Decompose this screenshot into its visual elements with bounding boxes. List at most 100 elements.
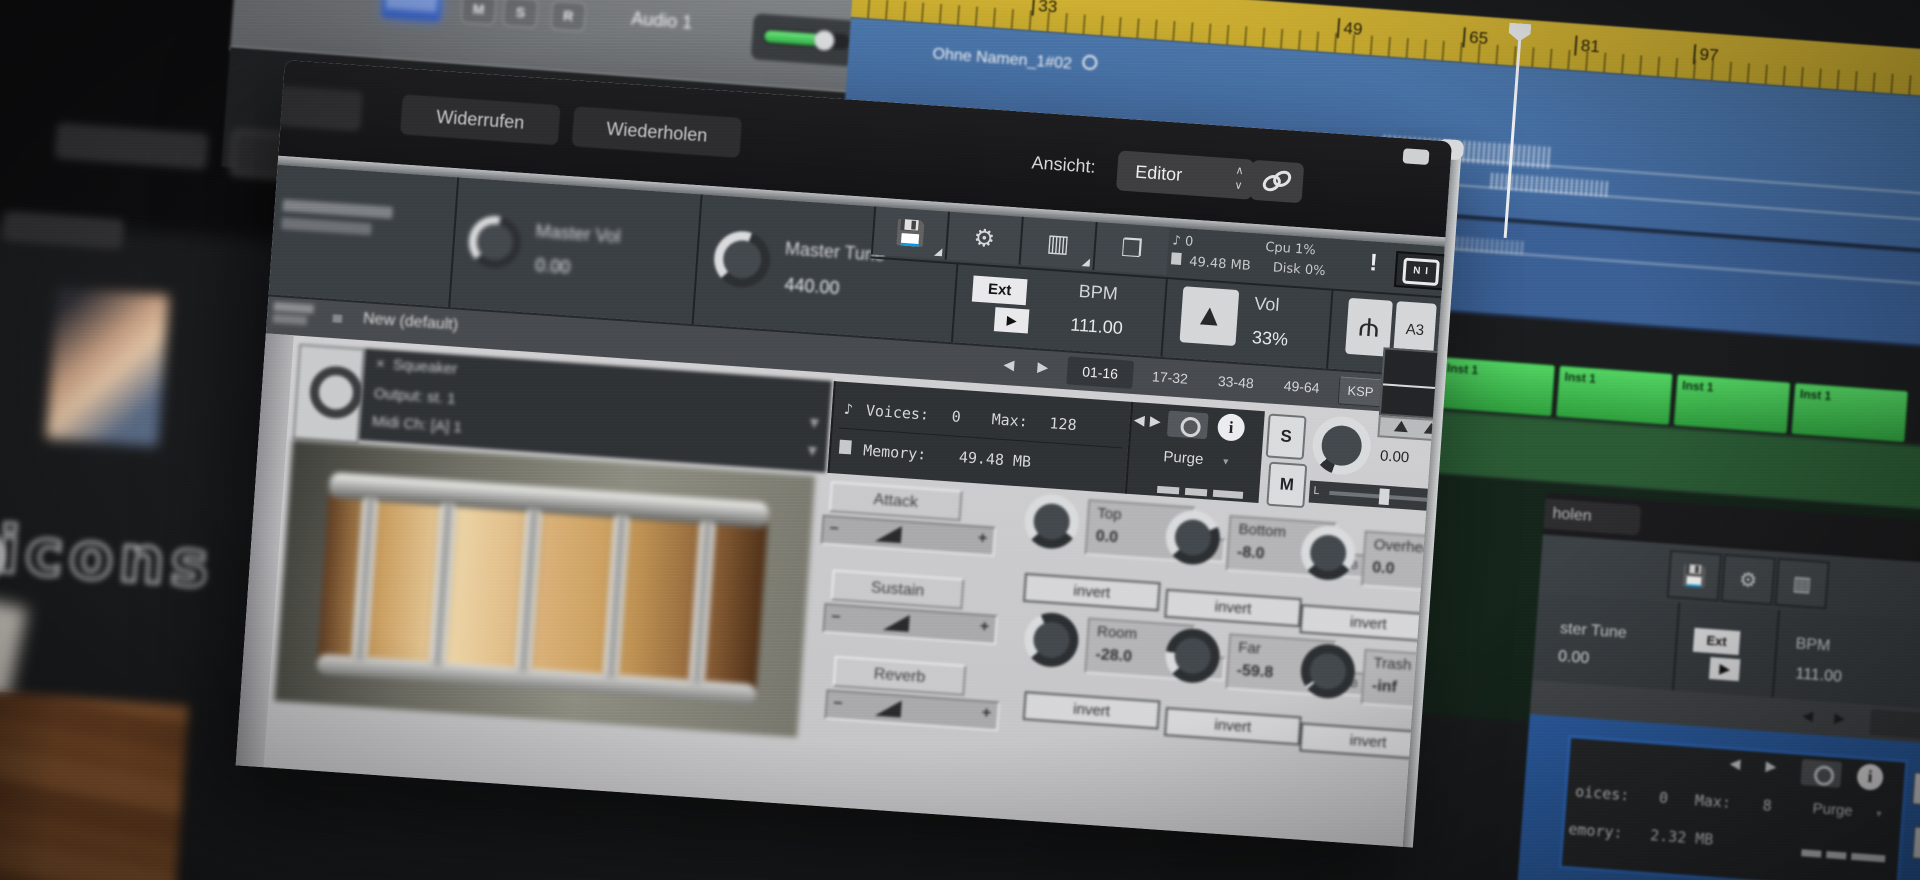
solo-button[interactable]: S	[502, 0, 539, 29]
pan-handle[interactable]	[1378, 488, 1390, 506]
slider-handle[interactable]	[874, 698, 902, 718]
reverb-slider[interactable]: – +	[824, 689, 1000, 732]
layout-icon[interactable]: ▥	[1774, 557, 1830, 610]
purge-button[interactable]: Purge	[1163, 448, 1204, 468]
minus-label[interactable]: –	[831, 608, 841, 627]
bg-redo-button[interactable]: holen	[1543, 498, 1642, 536]
record-button[interactable]: R	[550, 0, 587, 32]
room-knob[interactable]	[1022, 611, 1081, 669]
bg-play-button[interactable]: ▶	[1708, 657, 1741, 682]
plus-label[interactable]: +	[977, 530, 988, 549]
memory-value: 49.48 MB	[958, 448, 1032, 471]
metro-vol-value[interactable]: 33%	[1251, 327, 1288, 350]
inst-track[interactable]: Inst 1	[1555, 365, 1674, 426]
midi-row[interactable]: Midi Ch: [A] 1	[371, 413, 462, 436]
close-icon[interactable]: ×	[375, 355, 385, 373]
gear-icon[interactable]: ⚙	[944, 211, 1022, 265]
view-dropdown[interactable]: Editor ∧ ∨	[1115, 150, 1255, 200]
far-knob[interactable]	[1163, 626, 1222, 685]
master-vol-knob[interactable]	[467, 214, 523, 270]
bg-solo-button[interactable]: S	[1912, 772, 1920, 807]
save-icon[interactable]: 💾	[870, 206, 949, 260]
invert-button[interactable]: invert	[1022, 691, 1161, 730]
sustain-slider[interactable]: – +	[822, 602, 999, 646]
chevron-down-icon[interactable]: ▼	[807, 443, 817, 458]
info-icon[interactable]: i	[1856, 763, 1885, 791]
prev-page-icon[interactable]: ◀	[1003, 357, 1015, 374]
width-handle-left[interactable]	[1393, 420, 1409, 433]
slider-handle[interactable]	[874, 524, 902, 544]
gear-icon[interactable]: ⚙	[1720, 553, 1776, 606]
bg-bpm-value[interactable]: 111.00	[1795, 665, 1843, 686]
instrument-title[interactable]: × Squeaker	[375, 355, 457, 378]
solo-button[interactable]: S	[1265, 413, 1307, 461]
prev-instrument-icon[interactable]: ◀	[1133, 412, 1145, 429]
plus-label[interactable]: +	[981, 704, 992, 723]
minus-label[interactable]: –	[829, 519, 839, 538]
top-knob[interactable]	[1022, 492, 1081, 551]
audio-clip-icon[interactable]	[380, 0, 444, 23]
instrument-icon-box[interactable]	[292, 343, 366, 445]
play-button[interactable]: ▶	[993, 307, 1030, 334]
multi-name[interactable]: New (default)	[362, 310, 459, 335]
slider-handle[interactable]	[882, 613, 910, 632]
bg-master-tune-value[interactable]: 0.00	[1557, 648, 1589, 668]
attack-slider[interactable]: – +	[820, 514, 997, 557]
window-pill[interactable]	[1402, 148, 1430, 166]
bg-ext-button[interactable]: Ext	[1692, 627, 1741, 656]
warning-icon[interactable]: !	[1368, 249, 1379, 277]
metronome-icon[interactable]: ▲	[1179, 286, 1240, 346]
purge-arrow-icon[interactable]: ▼	[1221, 456, 1231, 467]
tune-value[interactable]: 0.00	[1379, 447, 1409, 466]
mute-button[interactable]: M	[1266, 461, 1308, 509]
next-page-icon[interactable]: ▶	[1037, 359, 1049, 376]
bg-purge-button[interactable]: Purge	[1812, 800, 1853, 820]
inst-track[interactable]: Inst 1	[1790, 382, 1909, 443]
ext-sync-button[interactable]: Ext	[971, 275, 1028, 306]
invert-button[interactable]: invert	[1163, 707, 1302, 746]
max-value[interactable]: 128	[1049, 414, 1077, 434]
master-tune-value[interactable]: 440.00	[784, 274, 840, 299]
bg-page-tab[interactable]	[1869, 708, 1920, 740]
bottom-knob[interactable]	[1164, 508, 1222, 567]
mute-button[interactable]: M	[460, 0, 497, 26]
view-layout-icon[interactable]: ▥	[1018, 216, 1096, 270]
next-icon[interactable]: ▶	[1765, 758, 1777, 775]
ni-logo[interactable]: N I	[1393, 250, 1447, 291]
volume-knob[interactable]	[813, 29, 835, 52]
inst-track[interactable]: Inst 1	[1673, 373, 1791, 435]
page-tab-01-16[interactable]: 01-16	[1066, 356, 1135, 389]
overhead-knob[interactable]	[1299, 524, 1357, 582]
save-icon[interactable]: 💾	[1666, 549, 1723, 602]
bpm-value[interactable]: 111.00	[1070, 314, 1124, 339]
info-icon[interactable]: i	[1216, 412, 1246, 442]
next-instrument-icon[interactable]: ▶	[1149, 413, 1161, 430]
tune-knob[interactable]	[1310, 414, 1373, 477]
page-tab-33-48[interactable]: 33-48	[1204, 366, 1268, 398]
float-window-icon[interactable]: ❐	[1092, 221, 1170, 275]
snapshot-camera-icon[interactable]	[1800, 759, 1843, 788]
chevron-down-icon[interactable]: ▼	[809, 416, 819, 431]
page-tab-17-32[interactable]: 17-32	[1138, 361, 1202, 393]
bg-mute-button[interactable]: M	[1912, 826, 1920, 861]
ksp-tab[interactable]: KSP	[1337, 376, 1384, 408]
next-page-icon[interactable]: ▶	[1834, 710, 1846, 727]
minus-label[interactable]: –	[833, 694, 843, 713]
prev-icon[interactable]: ◀	[1729, 756, 1741, 773]
snapshot-camera-icon[interactable]	[1166, 410, 1209, 440]
bg-instrument-header[interactable]: ◀ ▶ i oices: 0 Max: 8 emory: 2.32 MB Pur…	[1558, 734, 1909, 880]
redo-button[interactable]: Wiederholen	[571, 106, 743, 158]
page-tab-49-64[interactable]: 49-64	[1270, 371, 1334, 403]
plus-label[interactable]: +	[979, 618, 990, 637]
undo-button[interactable]: Widerrufen	[400, 94, 561, 146]
prev-page-icon[interactable]: ◀	[1802, 708, 1814, 725]
master-tune-knob[interactable]	[712, 229, 773, 290]
inst-track[interactable]: Inst 1	[1437, 356, 1556, 417]
invert-button[interactable]: invert	[1023, 572, 1161, 612]
volume-slider[interactable]	[761, 27, 851, 52]
trash-knob[interactable]	[1299, 642, 1357, 701]
multi-menu-icon[interactable]: ≡	[330, 309, 344, 328]
link-button[interactable]	[1249, 159, 1305, 204]
master-vol-value[interactable]: 0.00	[535, 255, 571, 278]
output-row[interactable]: Output: st. 1	[373, 385, 456, 408]
